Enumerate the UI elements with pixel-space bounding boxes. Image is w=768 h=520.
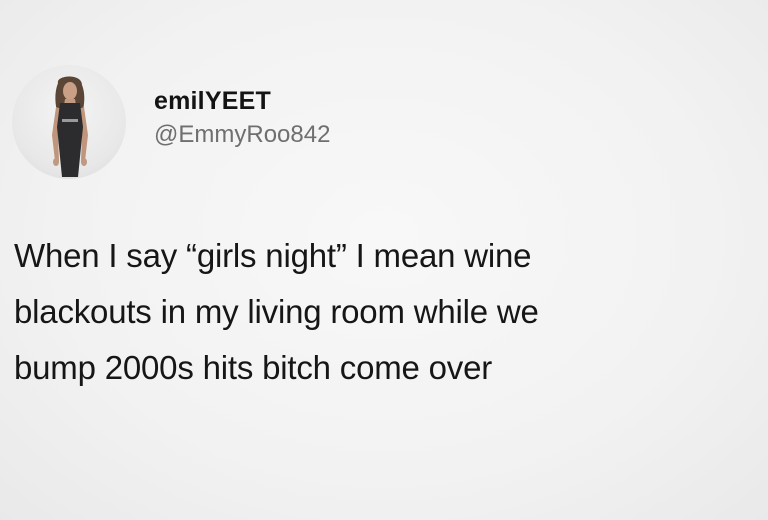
tweet-text-line: bump 2000s hits bitch come over: [14, 349, 493, 386]
person-photo-icon: [52, 76, 88, 177]
tweet-text-line: When I say “girls night” I mean wine: [14, 237, 532, 274]
tweet-text-line: blackouts in my living room while we: [14, 293, 539, 330]
author-display-name[interactable]: emilYEET: [154, 85, 330, 117]
tweet-body: When I say “girls night” I mean wine bla…: [14, 228, 759, 396]
tweet-author-header: emilYEET @EmmyRoo842: [12, 62, 330, 182]
tweet-screenshot: emilYEET @EmmyRoo842 When I say “girls n…: [0, 0, 768, 520]
avatar[interactable]: [12, 65, 126, 179]
author-handle[interactable]: @EmmyRoo842: [154, 118, 330, 152]
author-names: emilYEET @EmmyRoo842: [154, 85, 330, 152]
